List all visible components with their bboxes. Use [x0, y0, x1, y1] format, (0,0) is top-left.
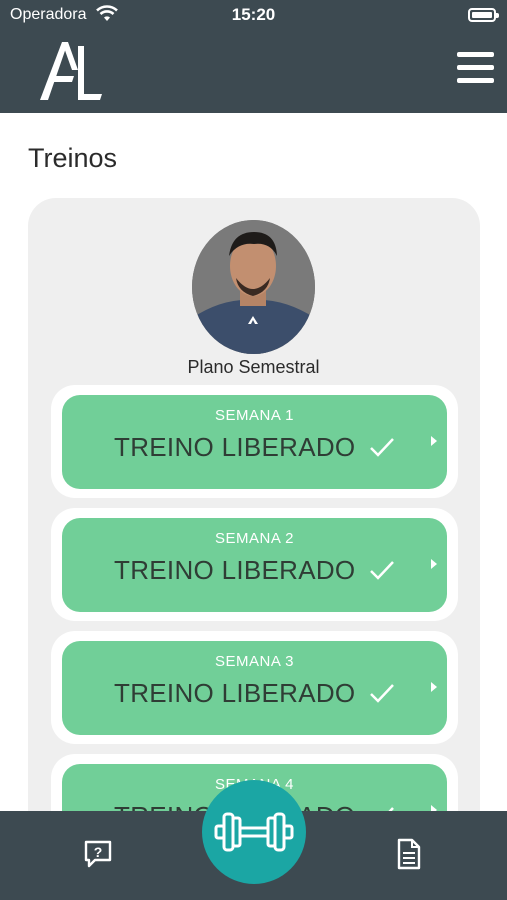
week-status: TREINO LIBERADO — [114, 432, 356, 462]
chevron-right-icon — [431, 559, 437, 569]
dumbbell-icon — [214, 812, 294, 852]
chevron-right-icon — [431, 436, 437, 446]
week-3-button[interactable]: SEMANA 3 TREINO LIBERADO — [62, 641, 447, 735]
week-2-button[interactable]: SEMANA 2 TREINO LIBERADO — [62, 518, 447, 612]
battery-icon — [468, 8, 499, 22]
al-logo-icon — [40, 42, 102, 100]
week-status: TREINO LIBERADO — [114, 678, 356, 708]
status-bar: Operadora 15:20 — [0, 0, 507, 30]
week-label: SEMANA 2 — [214, 530, 295, 547]
top-app-bar: Operadora 15:20 — [0, 0, 507, 113]
week-label: SEMANA 1 — [214, 407, 295, 424]
svg-text:?: ? — [94, 844, 103, 860]
week-card: SEMANA 3 TREINO LIBERADO — [51, 631, 458, 744]
plan-name: Plano Semestral — [187, 357, 320, 377]
check-icon — [370, 438, 394, 457]
status-time: 15:20 — [231, 5, 276, 24]
week-status: TREINO LIBERADO — [114, 555, 356, 585]
page-title: Treinos — [28, 143, 118, 173]
week-1-button[interactable]: SEMANA 1 TREINO LIBERADO — [62, 395, 447, 489]
dumbbell-button[interactable] — [202, 780, 306, 884]
check-icon — [370, 561, 394, 580]
week-label: SEMANA 3 — [214, 653, 295, 670]
week-card: SEMANA 2 TREINO LIBERADO — [51, 508, 458, 621]
check-icon — [370, 684, 394, 703]
chevron-right-icon — [431, 682, 437, 692]
help-icon[interactable]: ? — [83, 839, 113, 869]
trainer-avatar — [192, 220, 315, 354]
week-card: SEMANA 1 TREINO LIBERADO — [51, 385, 458, 498]
hamburger-menu-icon[interactable] — [457, 52, 494, 86]
document-icon[interactable] — [396, 838, 422, 870]
